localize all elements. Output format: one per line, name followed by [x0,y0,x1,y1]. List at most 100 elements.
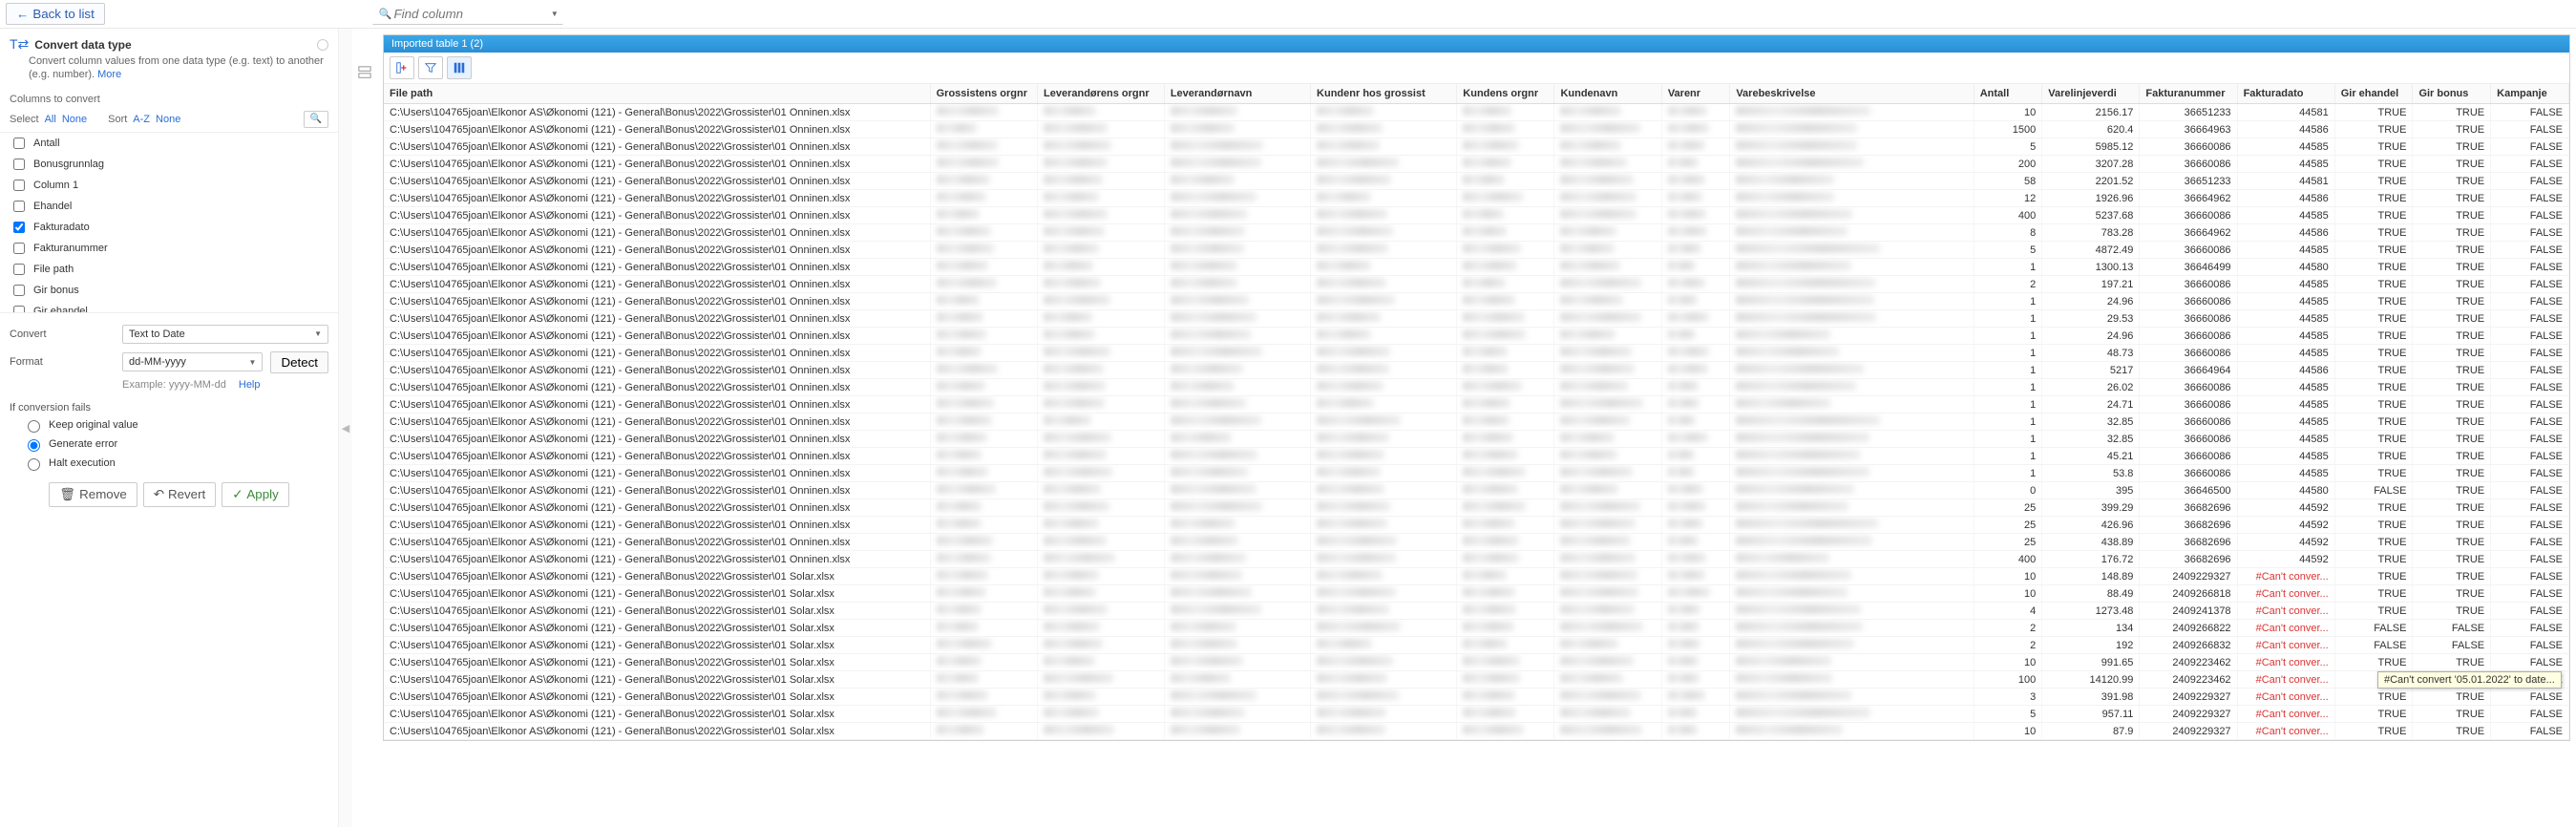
table-row[interactable]: C:\Users\104765joan\Elkonor AS\Økonomi (… [384,293,2569,310]
column-item[interactable]: Fakturadato [0,217,338,238]
column-item[interactable]: Gir ehandel [0,301,338,313]
more-link[interactable]: More [97,69,121,80]
table-row[interactable]: C:\Users\104765joan\Elkonor AS\Økonomi (… [384,396,2569,414]
column-checkbox[interactable] [13,285,25,296]
table-row[interactable]: C:\Users\104765joan\Elkonor AS\Økonomi (… [384,620,2569,637]
table-row[interactable]: C:\Users\104765joan\Elkonor AS\Økonomi (… [384,190,2569,207]
convert-combo[interactable]: Text to Date ▼ [122,325,328,344]
help-link[interactable]: Help [239,379,261,391]
table-collapse-icon[interactable] [352,61,377,84]
opt-keep-radio[interactable] [28,420,40,433]
column-checkbox[interactable] [13,138,25,149]
table-header[interactable]: Varenr [1661,84,1730,104]
column-checkbox[interactable] [13,159,25,170]
table-row[interactable]: C:\Users\104765joan\Elkonor AS\Økonomi (… [384,104,2569,121]
table-row[interactable]: C:\Users\104765joan\Elkonor AS\Økonomi (… [384,568,2569,585]
table-header[interactable]: Fakturanummer [2140,84,2237,104]
table-row[interactable]: C:\Users\104765joan\Elkonor AS\Økonomi (… [384,637,2569,654]
table-header[interactable]: Varelinjeverdi [2042,84,2140,104]
chevron-down-icon[interactable]: ▼ [551,10,559,18]
sort-none-link[interactable]: None [156,114,180,125]
column-search-button[interactable]: 🔍 [304,111,328,128]
table-row[interactable]: C:\Users\104765joan\Elkonor AS\Økonomi (… [384,259,2569,276]
table-row[interactable]: C:\Users\104765joan\Elkonor AS\Økonomi (… [384,465,2569,482]
column-checkbox[interactable] [13,180,25,191]
table-header[interactable]: File path [384,84,930,104]
find-column-field[interactable]: 🔍 ▼ [372,3,563,25]
column-checkbox[interactable] [13,306,25,313]
column-item[interactable]: Ehandel [0,196,338,217]
table-row[interactable]: C:\Users\104765joan\Elkonor AS\Økonomi (… [384,138,2569,156]
select-all-link[interactable]: All [45,114,56,125]
find-column-input[interactable] [391,6,544,22]
table-header[interactable]: Kampanje [2491,84,2569,104]
table-row[interactable]: C:\Users\104765joan\Elkonor AS\Økonomi (… [384,224,2569,242]
table-row[interactable]: C:\Users\104765joan\Elkonor AS\Økonomi (… [384,482,2569,499]
table-header[interactable]: Grossistens orgnr [930,84,1037,104]
table-row[interactable]: C:\Users\104765joan\Elkonor AS\Økonomi (… [384,431,2569,448]
column-item[interactable]: Bonusgrunnlag [0,154,338,175]
column-item[interactable]: Fakturanummer [0,238,338,259]
table-row[interactable]: C:\Users\104765joan\Elkonor AS\Økonomi (… [384,499,2569,517]
table-row[interactable]: C:\Users\104765joan\Elkonor AS\Økonomi (… [384,173,2569,190]
table-row[interactable]: C:\Users\104765joan\Elkonor AS\Økonomi (… [384,242,2569,259]
table-row[interactable]: C:\Users\104765joan\Elkonor AS\Økonomi (… [384,517,2569,534]
remove-button[interactable]: 🗑 Remove [49,482,137,507]
column-checkbox[interactable] [13,222,25,233]
table-row[interactable]: C:\Users\104765joan\Elkonor AS\Økonomi (… [384,121,2569,138]
table-header[interactable]: Leverandørens orgnr [1038,84,1165,104]
table-row[interactable]: C:\Users\104765joan\Elkonor AS\Økonomi (… [384,448,2569,465]
column-item[interactable]: Antall [0,133,338,154]
table-row[interactable]: C:\Users\104765joan\Elkonor AS\Økonomi (… [384,328,2569,345]
back-to-list-button[interactable]: ← Back to list [6,3,105,25]
grid-scroll[interactable]: File pathGrossistens orgnrLeverandørens … [384,84,2569,740]
column-item[interactable]: Gir bonus [0,280,338,301]
add-column-button[interactable] [390,56,414,79]
select-none-link[interactable]: None [62,114,87,125]
table-header[interactable]: Fakturadato [2237,84,2334,104]
select-columns-button[interactable] [447,56,472,79]
table-row[interactable]: C:\Users\104765joan\Elkonor AS\Økonomi (… [384,551,2569,568]
sort-az-link[interactable]: A-Z [133,114,150,125]
table-row[interactable]: C:\Users\104765joan\Elkonor AS\Økonomi (… [384,654,2569,671]
column-item[interactable]: Column 1 [0,175,338,196]
apply-button[interactable]: ✓ Apply [222,482,289,507]
table-row[interactable]: C:\Users\104765joan\Elkonor AS\Økonomi (… [384,585,2569,603]
table-header[interactable]: Varebeskrivelse [1730,84,1974,104]
column-item[interactable]: File path [0,259,338,280]
table-row[interactable]: C:\Users\104765joan\Elkonor AS\Økonomi (… [384,156,2569,173]
table-row[interactable]: C:\Users\104765joan\Elkonor AS\Økonomi (… [384,379,2569,396]
column-checkbox[interactable] [13,264,25,275]
table-header[interactable]: Antall [1974,84,2042,104]
table-row[interactable]: C:\Users\104765joan\Elkonor AS\Økonomi (… [384,603,2569,620]
format-combo[interactable]: dd-MM-yyyy ▼ [122,352,263,371]
table-row[interactable]: C:\Users\104765joan\Elkonor AS\Økonomi (… [384,723,2569,740]
opt-error-radio[interactable] [28,439,40,452]
column-list[interactable]: AntallBonusgrunnlagColumn 1EhandelFaktur… [0,132,338,313]
table-row[interactable]: C:\Users\104765joan\Elkonor AS\Økonomi (… [384,362,2569,379]
column-checkbox[interactable] [13,243,25,254]
opt-keep-row[interactable]: Keep original value [0,415,338,435]
table-row[interactable]: C:\Users\104765joan\Elkonor AS\Økonomi (… [384,414,2569,431]
table-row[interactable]: C:\Users\104765joan\Elkonor AS\Økonomi (… [384,207,2569,224]
revert-button[interactable]: ↶ Revert [143,482,216,507]
table-row[interactable]: C:\Users\104765joan\Elkonor AS\Økonomi (… [384,276,2569,293]
detect-button[interactable]: Detect [270,351,328,373]
table-row[interactable]: C:\Users\104765joan\Elkonor AS\Økonomi (… [384,345,2569,362]
opt-error-row[interactable]: Generate error [0,435,338,454]
table-row[interactable]: C:\Users\104765joan\Elkonor AS\Økonomi (… [384,534,2569,551]
sidebar-splitter[interactable]: ◀ [339,29,352,827]
table-row[interactable]: C:\Users\104765joan\Elkonor AS\Økonomi (… [384,671,2569,689]
table-header[interactable]: Gir bonus [2413,84,2491,104]
table-header[interactable]: Leverandørnavn [1164,84,1310,104]
table-row[interactable]: C:\Users\104765joan\Elkonor AS\Økonomi (… [384,706,2569,723]
table-row[interactable]: C:\Users\104765joan\Elkonor AS\Økonomi (… [384,310,2569,328]
opt-halt-radio[interactable] [28,458,40,471]
filter-button[interactable] [418,56,443,79]
column-checkbox[interactable] [13,201,25,212]
table-header[interactable]: Kundenavn [1554,84,1661,104]
table-header[interactable]: Kundenr hos grossist [1311,84,1457,104]
opt-halt-row[interactable]: Halt execution [0,454,338,473]
table-row[interactable]: C:\Users\104765joan\Elkonor AS\Økonomi (… [384,689,2569,706]
table-header[interactable]: Kundens orgnr [1457,84,1554,104]
